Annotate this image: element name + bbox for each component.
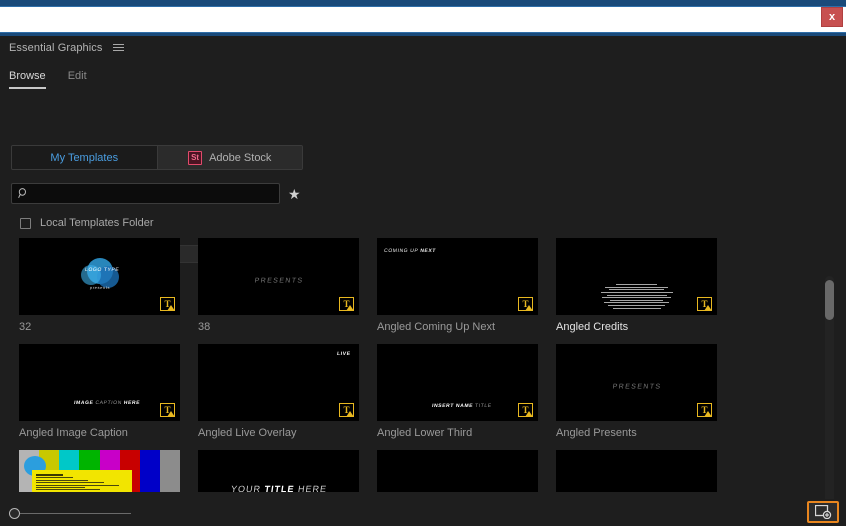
thumb-art-text: INSERT NAME TITLE: [431, 402, 492, 409]
template-card[interactable]: YOUR TITLE HERETAngled Title: [198, 450, 359, 492]
source-adobe-stock-label: Adobe Stock: [209, 151, 272, 164]
vertical-scrollbar[interactable]: [825, 276, 834, 521]
template-card[interactable]: [377, 450, 538, 492]
warning-triangle-icon: [704, 411, 712, 417]
template-thumbnail[interactable]: IMAGE CAPTION HERE T: [19, 344, 180, 421]
adobe-stock-icon: St: [188, 150, 203, 165]
warning-triangle-icon: [704, 305, 712, 311]
motion-graphics-type-badge: T: [697, 297, 712, 311]
search-box[interactable]: [11, 183, 280, 204]
template-name-label: 32: [19, 321, 32, 333]
template-source-toggle: My Templates St Adobe Stock: [11, 145, 303, 170]
motion-graphics-type-badge: T: [697, 403, 712, 417]
source-my-templates[interactable]: My Templates: [12, 146, 157, 169]
template-name-label: Angled Image Caption: [19, 427, 128, 439]
template-thumbnail[interactable]: [377, 450, 538, 492]
warning-triangle-icon: [346, 411, 354, 417]
template-card[interactable]: TAngled Slate: [19, 450, 180, 492]
template-card[interactable]: PRESENTS T Angled Presents: [556, 344, 717, 439]
filter-local-templates-folder[interactable]: Local Templates Folder: [20, 217, 154, 229]
warning-triangle-icon: [525, 305, 533, 311]
thumbnail-zoom-slider[interactable]: [9, 507, 131, 519]
panel-tabs: Browse Edit: [9, 70, 87, 89]
source-my-templates-label: My Templates: [50, 151, 119, 164]
thumb-art-text: PRESENTS: [611, 383, 662, 391]
template-thumbnail[interactable]: LOGO TYPE presents T: [19, 238, 180, 315]
template-card[interactable]: T Angled Credits: [556, 238, 717, 333]
thumb-art-text: IMAGE CAPTION HERE: [73, 400, 141, 407]
tab-browse[interactable]: Browse: [9, 70, 46, 89]
warning-triangle-icon: [346, 305, 354, 311]
template-card[interactable]: [556, 450, 717, 492]
search-input[interactable]: [34, 187, 273, 200]
template-grid-area[interactable]: LOGO TYPE presents T 32 PRESENTS T 38 COMING U…: [0, 238, 818, 492]
template-thumbnail[interactable]: T: [556, 238, 717, 315]
thumb-art-logo: LOGO TYPE presents: [79, 258, 121, 292]
template-card[interactable]: COMING UP NEXT T Angled Coming Up Next: [377, 238, 538, 333]
thumb-art-text: YOUR TITLE HERE: [229, 483, 328, 493]
template-card[interactable]: PRESENTS T 38: [198, 238, 359, 333]
star-icon[interactable]: ★: [288, 187, 301, 201]
essential-graphics-panel: Essential Graphics Browse Edit My Templa…: [0, 36, 846, 526]
local-templates-label: Local Templates Folder: [40, 217, 154, 229]
template-thumbnail[interactable]: PRESENTS T: [556, 344, 717, 421]
host-app-toolbar-strip: [0, 6, 846, 33]
zoom-slider-handle[interactable]: [9, 507, 20, 519]
panel-header: Essential Graphics: [0, 36, 846, 59]
template-thumbnail[interactable]: LIVE T: [198, 344, 359, 421]
search-icon: [18, 188, 29, 199]
template-thumbnail[interactable]: [556, 450, 717, 492]
source-adobe-stock[interactable]: St Adobe Stock: [156, 146, 302, 169]
panel-footer: [0, 499, 846, 526]
motion-graphics-type-badge: T: [160, 403, 175, 417]
local-templates-checkbox[interactable]: [20, 217, 31, 229]
thumb-art-slate: [31, 470, 132, 492]
template-name-label: Angled Presents: [556, 427, 637, 439]
thumb-art-text: COMING UP NEXT: [383, 248, 437, 254]
warning-triangle-icon: [167, 411, 175, 417]
close-button[interactable]: x: [821, 7, 843, 27]
template-card[interactable]: LOGO TYPE presents T 32: [19, 238, 180, 333]
template-card[interactable]: IMAGE CAPTION HERE T Angled Image Caption: [19, 344, 180, 439]
template-thumbnail[interactable]: COMING UP NEXT T: [377, 238, 538, 315]
thumb-art-credits: [577, 283, 697, 311]
template-thumbnail[interactable]: INSERT NAME TITLE T: [377, 344, 538, 421]
template-card[interactable]: INSERT NAME TITLE T Angled Lower Third: [377, 344, 538, 439]
motion-graphics-type-badge: T: [339, 297, 354, 311]
new-layer-icon: [814, 505, 831, 519]
search-row: ★: [11, 183, 301, 204]
hamburger-menu-icon[interactable]: [112, 44, 125, 51]
thumb-art-text: LIVE: [337, 351, 352, 357]
motion-graphics-type-badge: T: [518, 403, 533, 417]
warning-triangle-icon: [525, 411, 533, 417]
template-thumbnail[interactable]: YOUR TITLE HERET: [198, 450, 359, 492]
page-title: Essential Graphics: [9, 41, 103, 54]
template-name-label: Angled Credits: [556, 321, 629, 333]
template-name-label: 38: [198, 321, 211, 333]
template-thumbnail[interactable]: PRESENTS T: [198, 238, 359, 315]
motion-graphics-type-badge: T: [160, 297, 175, 311]
template-thumbnail[interactable]: T: [19, 450, 180, 492]
warning-triangle-icon: [167, 305, 175, 311]
template-name-label: Angled Coming Up Next: [377, 321, 496, 333]
new-motion-graphics-template-button[interactable]: [807, 501, 839, 523]
vertical-scrollbar-thumb[interactable]: [825, 280, 834, 320]
tab-edit[interactable]: Edit: [68, 70, 87, 89]
motion-graphics-type-badge: T: [518, 297, 533, 311]
zoom-slider-track: [16, 512, 131, 514]
motion-graphics-type-badge: T: [339, 403, 354, 417]
thumb-art-text: PRESENTS: [253, 277, 304, 285]
template-name-label: Angled Lower Third: [377, 427, 473, 439]
template-grid: LOGO TYPE presents T 32 PRESENTS T 38 COMING U…: [0, 238, 818, 492]
template-name-label: Angled Live Overlay: [198, 427, 297, 439]
template-card[interactable]: LIVE T Angled Live Overlay: [198, 344, 359, 439]
